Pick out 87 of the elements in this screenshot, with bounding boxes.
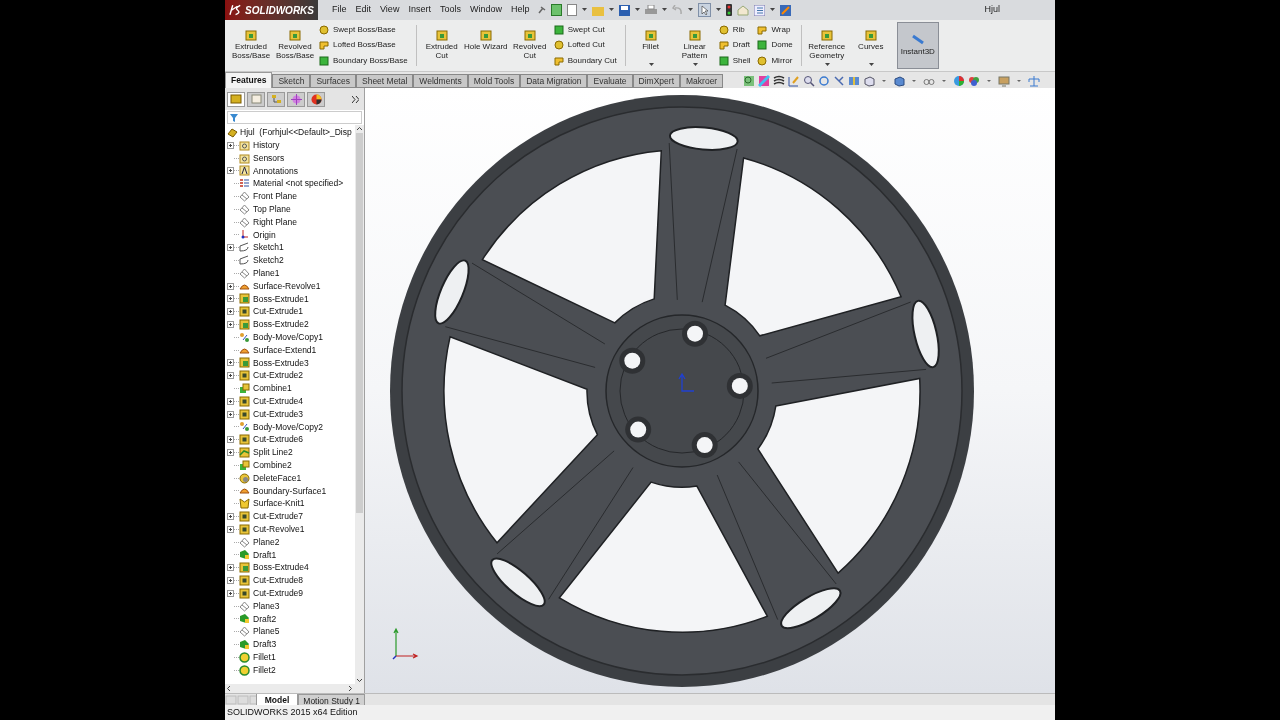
ribbon-button[interactable]: Extruded Cut [419, 22, 464, 69]
tree-item[interactable]: Top Plane [253, 203, 291, 216]
tree-item[interactable]: Body-Move/Copy2 [253, 420, 323, 434]
ribbon-button[interactable]: Hole Wizard [463, 22, 508, 69]
ribbon-button[interactable]: Mirror [757, 53, 796, 69]
tree-item[interactable]: Sketch2 [253, 254, 284, 267]
ribbon-button[interactable]: Swept Cut [553, 22, 620, 38]
menu-item[interactable]: Edit [355, 3, 372, 17]
ribbon-tab[interactable]: Sheet Metal [356, 74, 414, 88]
ribbon-button[interactable]: Rib [718, 22, 754, 38]
ribbon-button[interactable]: Linear Pattern [672, 22, 717, 69]
ribbon-button[interactable]: Boundary Boss/Base [319, 53, 411, 69]
tree-item[interactable]: Right Plane [253, 215, 297, 229]
tree-item[interactable]: Surface-Extend1 [253, 343, 317, 357]
ribbon-tab[interactable]: Features [225, 72, 273, 88]
tree-item[interactable]: DeleteFace1 [253, 471, 302, 485]
ribbon-button[interactable]: Shell [718, 53, 754, 69]
ribbon-button[interactable]: Lofted Cut [553, 38, 620, 53]
ribbon-button[interactable]: Wrap [757, 22, 796, 38]
tree-item[interactable]: Cut-Extrude9 [253, 586, 304, 600]
tree-item[interactable]: Surface-Knit1 [253, 497, 305, 511]
tree-item[interactable]: Boss-Extrude2 [253, 318, 309, 331]
tree-item[interactable]: Origin [253, 228, 276, 242]
menu-item[interactable]: View [380, 3, 400, 17]
ribbon-tab[interactable]: Mold Tools [467, 74, 521, 88]
ribbon-tab[interactable]: DimXpert [632, 74, 680, 88]
instant3d-button[interactable]: Instant3D [896, 22, 939, 69]
tree-item[interactable]: Cut-Extrude1 [253, 305, 304, 319]
tree-item[interactable]: Material <not specified> [253, 177, 344, 191]
tree-item[interactable]: Sketch1 [253, 241, 284, 255]
tree-item[interactable]: Split Line2 [253, 446, 293, 459]
menu-item[interactable]: Insert [408, 3, 431, 17]
tree-item[interactable]: Boss-Extrude4 [253, 561, 309, 575]
tree-item[interactable]: Front Plane [253, 190, 297, 203]
tree-item[interactable]: Plane1 [253, 267, 280, 280]
tree-item[interactable]: Plane3 [253, 599, 280, 613]
menu-item[interactable]: Tools [439, 3, 461, 17]
tree-item[interactable]: Cut-Extrude4 [253, 394, 304, 408]
ribbon-button[interactable]: Dome [757, 38, 796, 53]
tree-item[interactable]: Cut-Extrude3 [253, 407, 304, 421]
menu-item[interactable]: File [332, 3, 347, 17]
tree-item[interactable]: Plane5 [253, 625, 280, 639]
logo-text: SOLIDWORKS [245, 3, 314, 18]
tree-item[interactable]: Fillet2 [253, 663, 276, 677]
ribbon-tab[interactable]: Surfaces [310, 74, 356, 88]
tree-item[interactable]: Boundary-Surface1 [253, 484, 327, 498]
tree-item[interactable]: Cut-Extrude8 [253, 574, 304, 587]
ribbon-tab[interactable]: Weldments [413, 74, 468, 88]
ribbon-button[interactable]: Boundary Cut [553, 53, 620, 69]
ribbon-button[interactable]: Reference Geometry [804, 22, 849, 69]
ribbon-button[interactable]: Revolved Cut [507, 22, 552, 69]
status-text: SOLIDWORKS 2015 x64 Edition [227, 705, 358, 719]
tree-item[interactable]: Sensors [253, 151, 285, 165]
tree-item[interactable]: Boss-Extrude1 [253, 292, 309, 306]
ribbon-tab[interactable]: Makroer [680, 74, 724, 88]
ribbon-button[interactable]: Curves [848, 22, 893, 69]
tree-item[interactable]: Fillet1 [253, 650, 276, 664]
window-title: Hjul [984, 3, 1000, 17]
ribbon-button[interactable]: Fillet [628, 22, 673, 69]
tree-item[interactable]: Annotations [253, 164, 298, 178]
ribbon-button[interactable]: Draft [718, 38, 754, 53]
tree-item[interactable]: Combine1 [253, 382, 292, 395]
tree-item[interactable]: Cut-Extrude7 [253, 510, 304, 523]
model-tab[interactable]: Model [255, 693, 299, 706]
tree-item[interactable]: Boss-Extrude3 [253, 356, 309, 370]
tree-item[interactable]: Combine2 [253, 458, 292, 472]
ribbon-button[interactable]: Lofted Boss/Base [319, 38, 411, 53]
ribbon-tab[interactable]: Data Migration [520, 74, 588, 88]
tree-item[interactable]: Draft3 [253, 638, 277, 651]
tree-root-label[interactable]: Hjul (Forhjul<<Default>_Disp [240, 126, 352, 139]
ribbon-button[interactable]: Revolved Boss/Base [273, 22, 317, 69]
tree-item[interactable]: Draft2 [253, 612, 277, 626]
ribbon-button[interactable]: Extruded Boss/Base [229, 22, 273, 69]
tree-item[interactable]: Body-Move/Copy1 [253, 330, 323, 344]
tree-item[interactable]: Cut-Revolve1 [253, 522, 305, 536]
tree-item[interactable]: History [253, 139, 280, 152]
tree-item[interactable]: Cut-Extrude2 [253, 369, 304, 383]
ribbon-tab[interactable]: Sketch [272, 74, 311, 88]
menu-item[interactable]: Window [469, 3, 502, 17]
tree-item[interactable]: Plane2 [253, 535, 280, 549]
tree-item[interactable]: Draft1 [253, 548, 277, 562]
tree-item[interactable]: Cut-Extrude6 [253, 433, 304, 447]
tree-item[interactable]: Surface-Revolve1 [253, 279, 321, 293]
ribbon-button[interactable]: Swept Boss/Base [319, 22, 411, 38]
menu-item[interactable]: Help [510, 3, 530, 17]
ribbon-tab[interactable]: Evaluate [587, 74, 633, 88]
model-tab[interactable]: Motion Study 1 [298, 693, 365, 706]
